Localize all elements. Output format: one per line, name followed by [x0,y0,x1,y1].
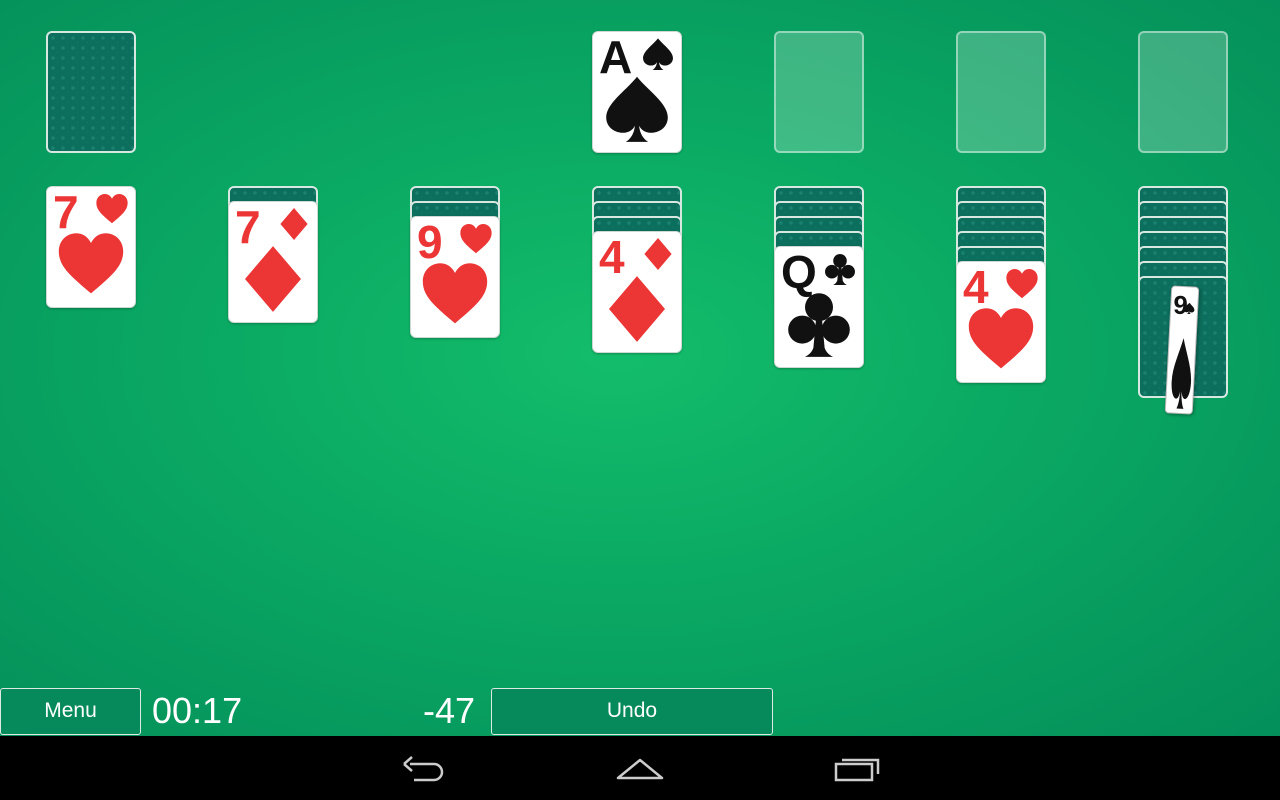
foundation-4-empty[interactable] [1138,31,1228,153]
heart-icon [966,304,1036,374]
heart-icon [95,192,129,226]
foundation-1[interactable]: A [592,31,682,153]
back-icon[interactable] [400,752,448,784]
diamond-icon [641,237,675,271]
score-display: -47 [423,690,476,731]
foundation-3-empty[interactable] [956,31,1046,153]
tableau-1-top-card[interactable]: 7 [46,186,136,308]
club-icon [823,252,857,286]
diamond-icon [238,244,308,314]
tableau-4-top-card[interactable]: 4 [592,231,682,353]
spade-icon [641,37,675,71]
heart-icon [56,229,126,299]
tableau-6-top-card[interactable]: 4 [956,261,1046,383]
diamond-icon [602,274,672,344]
menu-button[interactable]: Menu [0,688,141,735]
tableau-5-top-card[interactable]: Q [774,246,864,368]
spade-icon [602,74,672,144]
stock-pile[interactable] [46,31,136,153]
spade-icon [1183,301,1196,316]
diamond-icon [277,207,311,241]
heart-icon [1005,267,1039,301]
tableau-2-top-card[interactable]: 7 [228,201,318,323]
heart-icon [459,222,493,256]
foundation-2-empty[interactable] [774,31,864,153]
undo-button[interactable]: Undo [491,688,773,735]
spade-icon [1169,334,1195,411]
recent-apps-icon[interactable] [834,752,882,784]
timer-display: 00:17 [152,690,243,731]
club-icon [784,289,854,359]
heart-icon [420,259,490,329]
home-icon[interactable] [616,752,664,784]
tableau-3-top-card[interactable]: 9 [410,216,500,338]
